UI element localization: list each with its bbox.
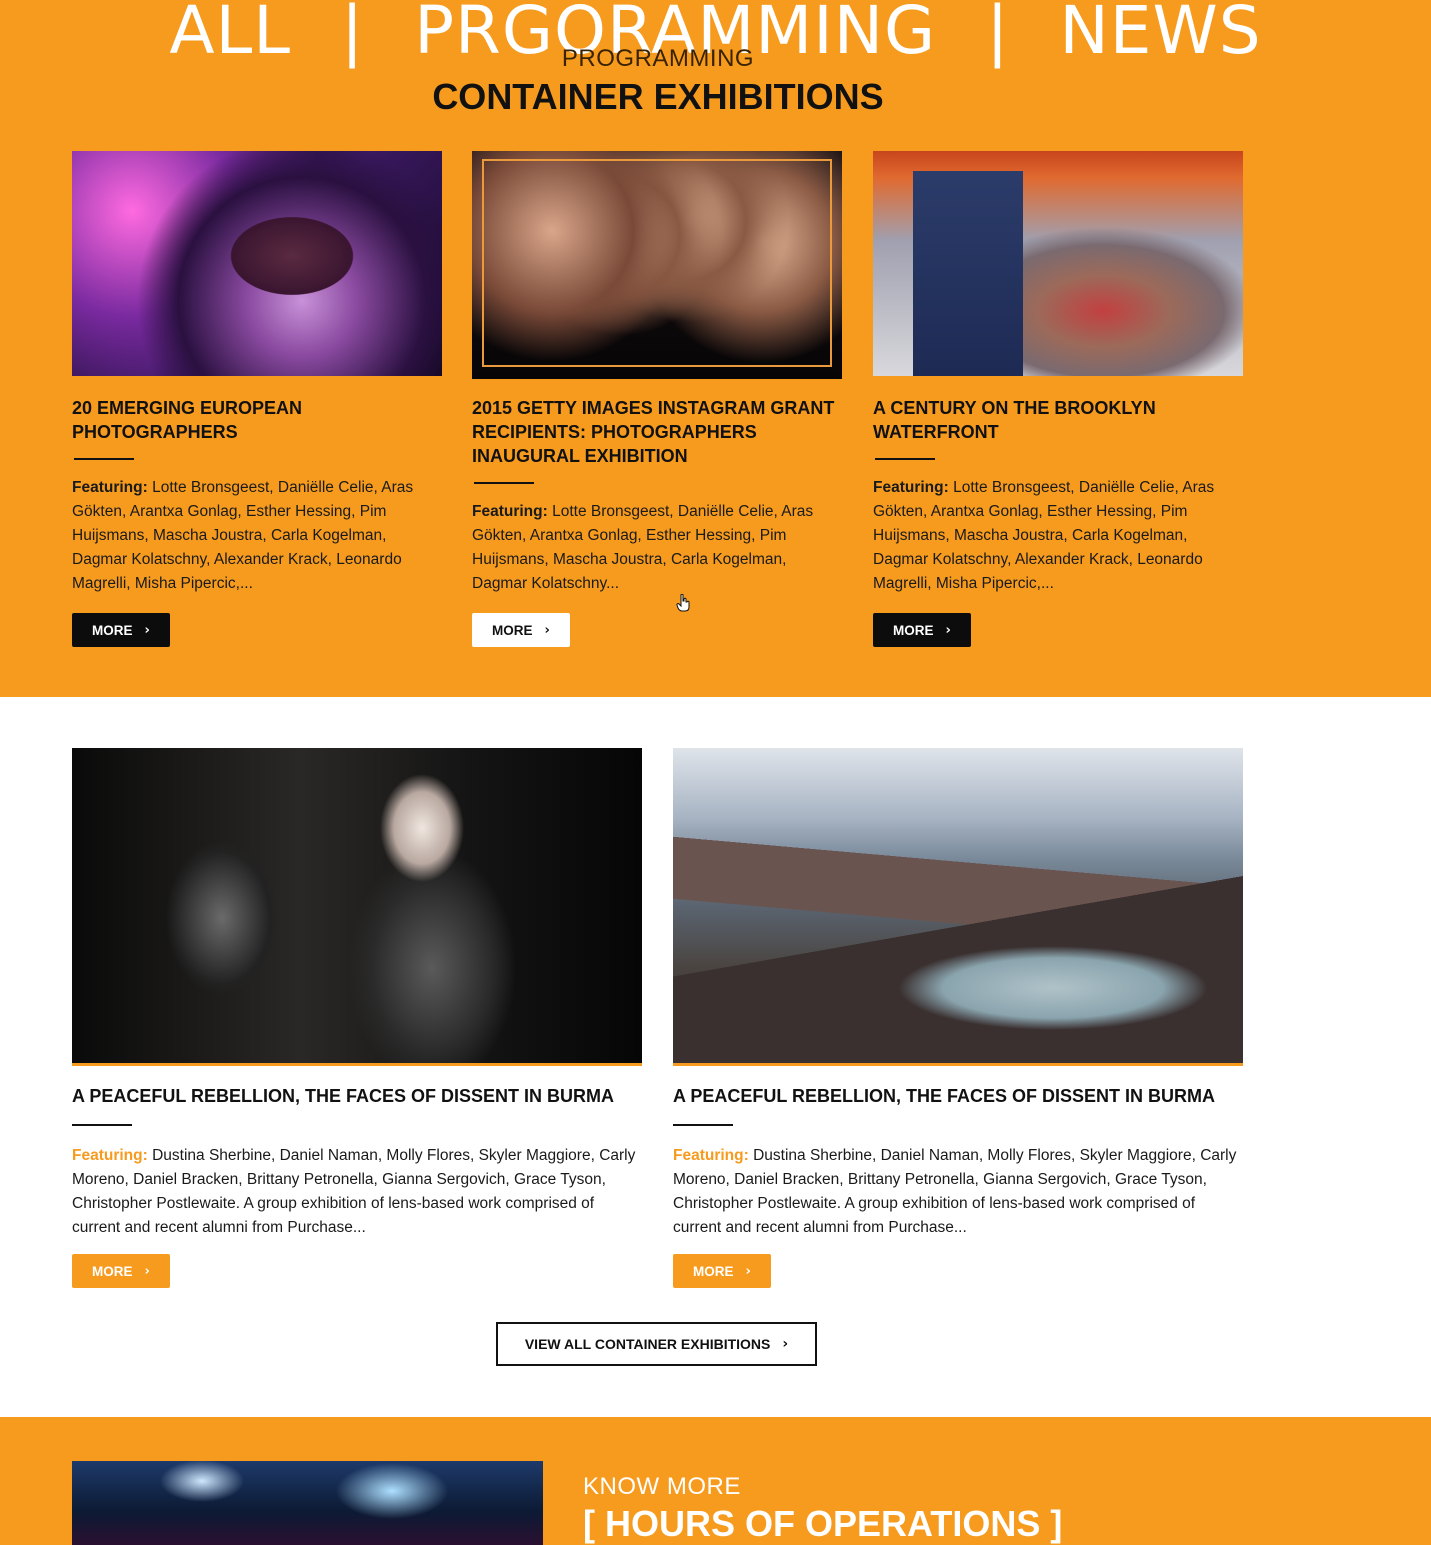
title-divider <box>74 458 134 460</box>
more-button-label: MORE <box>693 1263 734 1279</box>
exhibition-card: 2015 GETTY IMAGES INSTAGRAM GRANT RECIPI… <box>472 151 842 647</box>
exhibition-card-wide: A PEACEFUL REBELLION, THE FACES OF DISSE… <box>72 748 642 1288</box>
card-title[interactable]: A PEACEFUL REBELLION, THE FACES OF DISSE… <box>673 1084 1243 1108</box>
card-description: Featuring: Lotte Bronsgeest, Daniëlle Ce… <box>472 500 842 596</box>
exhibition-image-mountain-lake[interactable] <box>673 748 1243 1066</box>
more-button-label: MORE <box>893 622 934 638</box>
card-title[interactable]: A CENTURY ON THE BROOKLYN WATERFRONT <box>873 396 1243 444</box>
chevron-right-icon: › <box>745 1263 751 1279</box>
card-description: Featuring: Lotte Bronsgeest, Daniëlle Ce… <box>72 476 442 596</box>
venue-concert-image <box>72 1461 543 1545</box>
view-all-label: VIEW ALL CONTAINER EXHIBITIONS <box>524 1336 771 1352</box>
exhibition-image-party-group[interactable] <box>472 151 842 379</box>
view-all-exhibitions-button[interactable]: VIEW ALL CONTAINER EXHIBITIONS › <box>496 1322 817 1366</box>
title-divider <box>72 1124 132 1126</box>
featuring-label: Featuring: <box>72 479 148 496</box>
more-button[interactable]: MORE › <box>472 613 570 647</box>
card-title[interactable]: 20 EMERGING EUROPEAN PHOTOGRAPHERS <box>72 396 442 444</box>
more-button-label: MORE <box>492 622 533 638</box>
card-title[interactable]: 2015 GETTY IMAGES INSTAGRAM GRANT RECIPI… <box>472 396 842 468</box>
card-description: Featuring: Dustina Sherbine, Daniel Nama… <box>673 1144 1243 1240</box>
featuring-label: Featuring: <box>472 503 548 520</box>
hours-section: KNOW MORE [ HOURS OF OPERATIONS ] <box>0 1417 1431 1545</box>
image-hover-frame <box>482 159 832 367</box>
hours-title[interactable]: [ HOURS OF OPERATIONS ] <box>583 1503 1062 1545</box>
title-divider <box>673 1124 733 1126</box>
hours-kicker: KNOW MORE <box>583 1473 741 1500</box>
exhibition-image-dancing-woman[interactable] <box>72 748 642 1066</box>
card-description: Featuring: Lotte Bronsgeest, Daniëlle Ce… <box>873 476 1243 596</box>
more-button[interactable]: MORE › <box>873 613 971 647</box>
exhibition-image-conference-speaker[interactable] <box>873 151 1243 376</box>
featuring-label: Featuring: <box>673 1147 749 1164</box>
more-button[interactable]: MORE › <box>72 1254 170 1288</box>
exhibition-card-wide: A PEACEFUL REBELLION, THE FACES OF DISSE… <box>673 748 1243 1288</box>
card-description: Featuring: Dustina Sherbine, Daniel Nama… <box>72 1144 642 1240</box>
more-button[interactable]: MORE › <box>72 613 170 647</box>
exhibition-image-dj-headphones[interactable] <box>72 151 442 376</box>
title-divider <box>875 458 935 460</box>
exhibition-card: 20 EMERGING EUROPEAN PHOTOGRAPHERS Featu… <box>72 151 442 647</box>
more-button-label: MORE <box>92 1263 133 1279</box>
featuring-text: Dustina Sherbine, Daniel Naman, Molly Fl… <box>673 1147 1237 1236</box>
exhibition-card: A CENTURY ON THE BROOKLYN WATERFRONT Fea… <box>873 151 1243 647</box>
more-button[interactable]: MORE › <box>673 1254 771 1288</box>
section-title: CONTAINER EXHIBITIONS <box>432 76 884 117</box>
programming-section: ALL | PRGORAMMING | NEWS PROGRAMMING CON… <box>0 0 1431 697</box>
featuring-label: Featuring: <box>72 1147 148 1164</box>
chevron-right-icon: › <box>544 622 550 638</box>
featuring-label: Featuring: <box>873 479 949 496</box>
chevron-right-icon: › <box>144 1263 150 1279</box>
title-divider <box>474 482 534 484</box>
hand-pointer-icon <box>676 594 690 612</box>
chevron-right-icon: › <box>945 622 951 638</box>
section-kicker: PROGRAMMING <box>561 45 755 72</box>
card-title[interactable]: A PEACEFUL REBELLION, THE FACES OF DISSE… <box>72 1084 642 1108</box>
chevron-right-icon: › <box>782 1336 789 1352</box>
chevron-right-icon: › <box>144 622 150 638</box>
more-button-label: MORE <box>92 622 133 638</box>
featuring-text: Dustina Sherbine, Daniel Naman, Molly Fl… <box>72 1147 636 1236</box>
